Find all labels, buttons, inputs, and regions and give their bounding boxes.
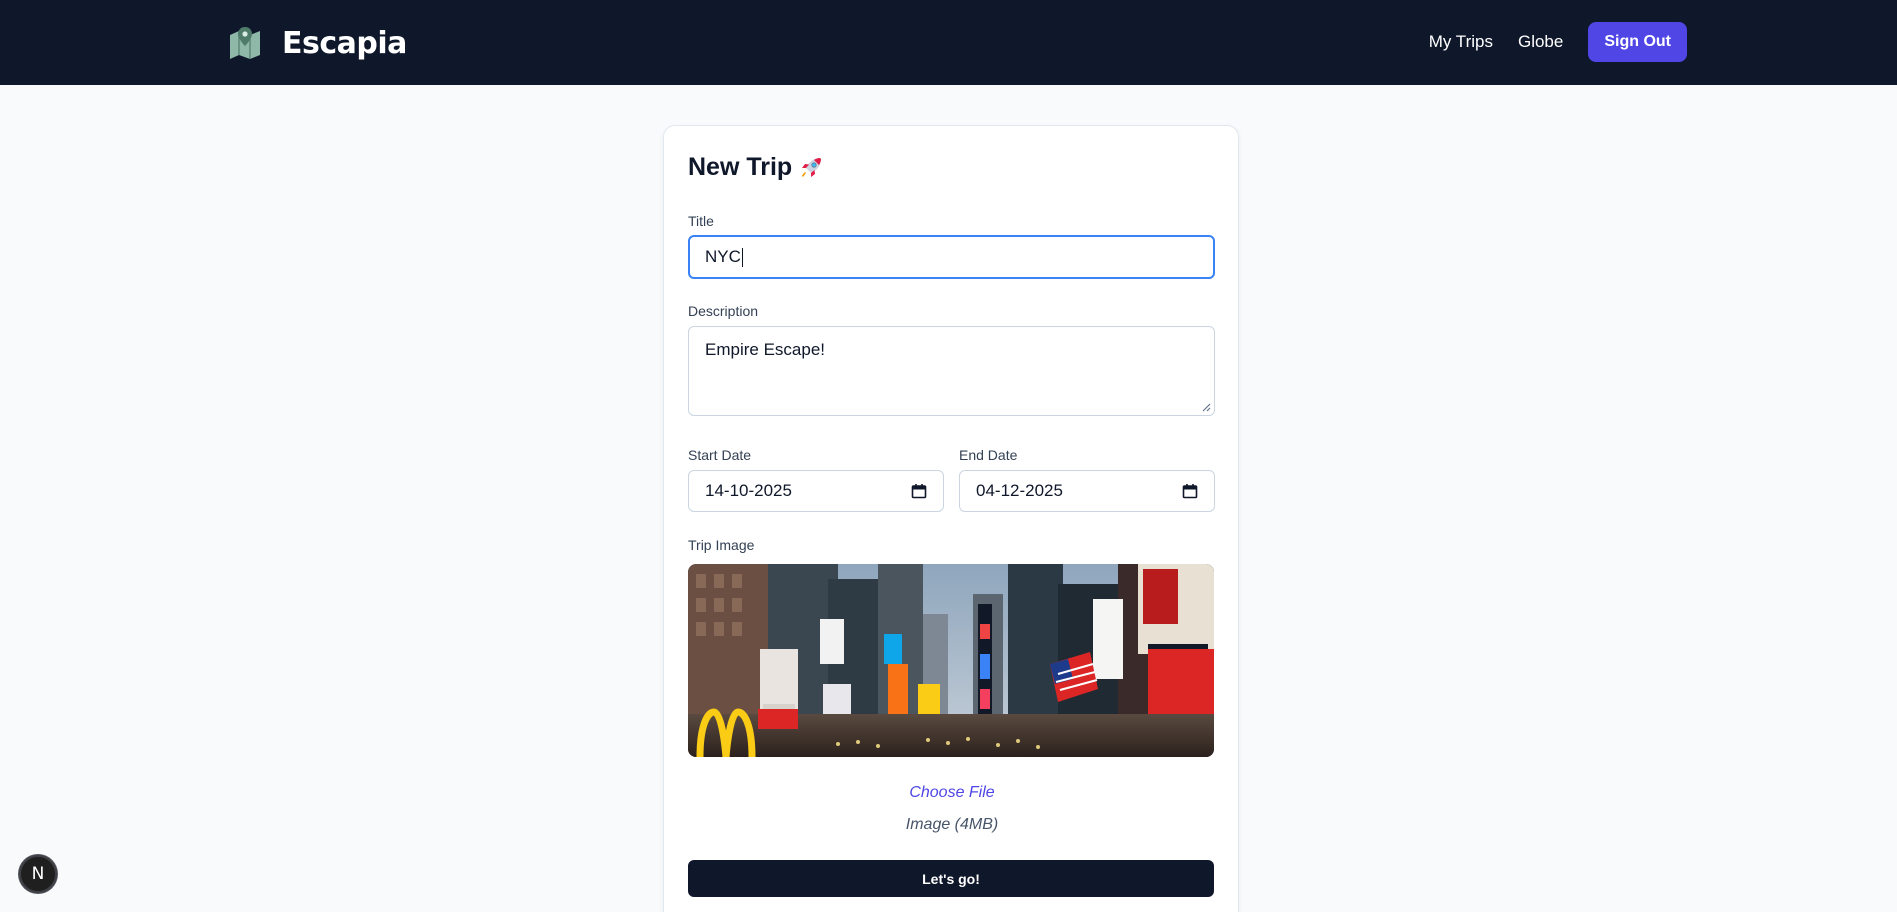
end-date-input[interactable]: 04-12-2025 [959,470,1215,512]
dev-tools-badge[interactable]: N [19,855,57,893]
choose-file-button[interactable]: Choose File [664,784,1240,802]
start-date-input[interactable]: 14-10-2025 [688,470,944,512]
resize-handle-icon[interactable] [1202,403,1211,412]
text-caret [741,247,743,267]
start-date-value: 14-10-2025 [705,481,792,500]
description-textarea[interactable]: Empire Escape! [688,326,1215,416]
brand-name: Escapia [282,25,407,61]
title-input-value: NYC [705,247,741,266]
page-title-text: New Trip [688,153,793,181]
rocket-icon [802,157,822,177]
trip-image-preview [688,564,1214,757]
end-date-label: End Date [959,447,1018,463]
trip-image-label: Trip Image [688,537,755,553]
page-title: New Trip [688,153,824,182]
sign-out-button[interactable]: Sign Out [1588,22,1687,62]
calendar-icon[interactable] [1182,483,1198,499]
new-trip-card: New Trip Title NYC Description Empire Es… [663,125,1239,912]
title-label: Title [688,213,714,229]
dev-tools-badge-label: N [31,864,45,884]
submit-button[interactable]: Let's go! [688,860,1214,897]
nav-links: My Trips Globe Sign Out [1429,22,1687,62]
nav-my-trips[interactable]: My Trips [1429,32,1493,52]
description-value: Empire Escape! [705,340,825,359]
top-navbar: Escapia My Trips Globe Sign Out [0,0,1897,85]
end-date-value: 04-12-2025 [976,481,1063,500]
description-label: Description [688,303,759,319]
map-pin-icon [230,27,260,59]
nav-globe[interactable]: Globe [1518,32,1563,52]
file-size-hint: Image (4MB) [905,816,999,833]
calendar-icon[interactable] [911,483,927,499]
title-input[interactable]: NYC [688,235,1215,279]
brand-link[interactable]: Escapia [228,22,407,64]
start-date-label: Start Date [688,447,752,463]
